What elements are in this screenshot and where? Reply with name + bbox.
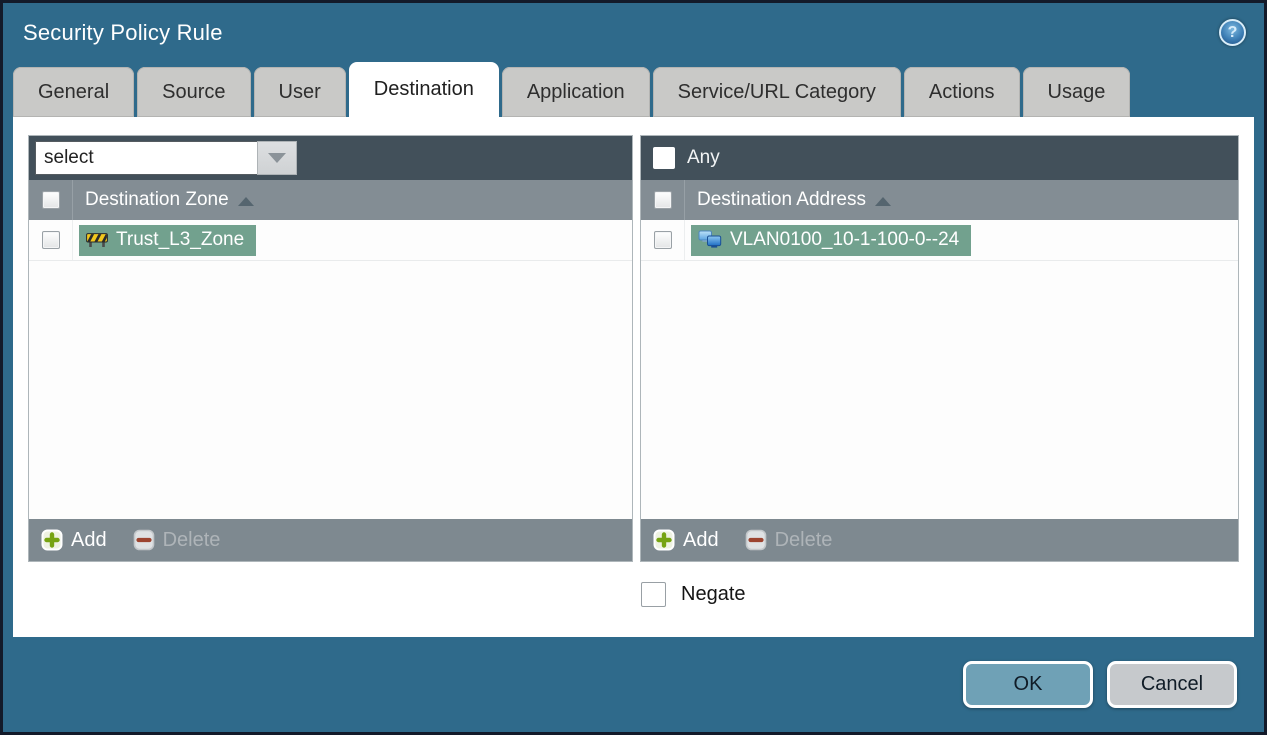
zone-row-checkbox-cell bbox=[29, 220, 73, 260]
zone-add-label: Add bbox=[71, 528, 107, 551]
zone-panel-footer: Add Delete bbox=[29, 519, 632, 561]
address-item-vlan0100[interactable]: VLAN0100_10-1-100-0--24 bbox=[691, 224, 972, 256]
tab-usage[interactable]: Usage bbox=[1022, 67, 1131, 117]
any-checkbox-row[interactable]: Any bbox=[647, 147, 720, 169]
address-select-all-checkbox[interactable] bbox=[653, 191, 672, 209]
add-icon bbox=[41, 529, 63, 551]
tab-application[interactable]: Application bbox=[501, 67, 650, 117]
address-row-checkbox-cell bbox=[641, 220, 685, 260]
zone-delete-label: Delete bbox=[162, 528, 221, 551]
dialog-footer: OK Cancel bbox=[3, 637, 1264, 732]
zone-select-dropdown-button[interactable] bbox=[257, 141, 297, 175]
zone-select-combobox bbox=[35, 141, 297, 175]
zone-icon bbox=[86, 233, 108, 247]
zone-table-header: Destination Zone bbox=[29, 180, 632, 220]
security-policy-rule-dialog: Security Policy Rule ? General Source Us… bbox=[0, 0, 1267, 735]
zone-row-checkbox[interactable] bbox=[41, 231, 60, 249]
negate-checkbox[interactable] bbox=[641, 582, 666, 607]
address-row-checkbox[interactable] bbox=[653, 231, 672, 249]
zone-delete-button[interactable]: Delete bbox=[133, 528, 221, 552]
zone-select-input[interactable] bbox=[35, 141, 257, 175]
sort-ascending-icon bbox=[237, 196, 254, 206]
tab-source[interactable]: Source bbox=[137, 67, 251, 117]
address-add-label: Add bbox=[683, 528, 719, 551]
zone-header-checkbox-cell bbox=[29, 180, 73, 220]
address-item-label: VLAN0100_10-1-100-0--24 bbox=[730, 228, 960, 250]
zone-select-all-checkbox[interactable] bbox=[41, 191, 60, 209]
cancel-button[interactable]: Cancel bbox=[1107, 661, 1237, 708]
negate-row[interactable]: Negate bbox=[641, 582, 1239, 607]
any-label: Any bbox=[687, 147, 720, 168]
address-column-header-label: Destination Address bbox=[697, 189, 866, 210]
address-panel-footer: Add Delete bbox=[641, 519, 1238, 561]
zone-add-button[interactable]: Add bbox=[41, 529, 107, 552]
any-checkbox[interactable] bbox=[653, 147, 675, 169]
zone-item-label: Trust_L3_Zone bbox=[116, 228, 245, 250]
address-add-button[interactable]: Add bbox=[653, 529, 719, 552]
address-icon bbox=[698, 230, 722, 248]
tab-content-destination: Destination Zone bbox=[13, 117, 1254, 637]
dialog-titlebar: Security Policy Rule ? bbox=[3, 3, 1264, 62]
zone-column-header[interactable]: Destination Zone bbox=[73, 189, 254, 211]
zone-panel-toolbar bbox=[29, 136, 632, 180]
address-header-checkbox-cell bbox=[641, 180, 685, 220]
add-icon bbox=[653, 529, 675, 551]
sort-ascending-icon bbox=[875, 196, 891, 206]
zone-column-header-label: Destination Zone bbox=[85, 189, 229, 210]
zone-table-body: Trust_L3_Zone bbox=[29, 220, 632, 519]
tab-service-url-category[interactable]: Service/URL Category bbox=[652, 67, 901, 117]
address-delete-button[interactable]: Delete bbox=[745, 528, 833, 552]
tab-actions[interactable]: Actions bbox=[903, 67, 1020, 117]
address-delete-label: Delete bbox=[774, 528, 833, 551]
panels-container: Destination Zone bbox=[28, 135, 1239, 562]
table-row: VLAN0100_10-1-100-0--24 bbox=[641, 220, 1238, 261]
tab-destination[interactable]: Destination bbox=[348, 62, 499, 117]
delete-icon bbox=[745, 529, 766, 551]
chevron-down-icon bbox=[268, 153, 286, 163]
address-table-body: VLAN0100_10-1-100-0--24 bbox=[641, 220, 1238, 519]
tab-user[interactable]: User bbox=[253, 67, 346, 117]
ok-button[interactable]: OK bbox=[963, 661, 1093, 708]
table-row: Trust_L3_Zone bbox=[29, 220, 632, 261]
delete-icon bbox=[133, 529, 154, 551]
negate-label: Negate bbox=[681, 583, 746, 605]
address-panel-toolbar: Any bbox=[641, 136, 1238, 180]
destination-zone-panel: Destination Zone bbox=[28, 135, 633, 562]
tab-bar: General Source User Destination Applicat… bbox=[3, 62, 1264, 117]
zone-item-trust-l3-zone[interactable]: Trust_L3_Zone bbox=[79, 224, 257, 256]
help-icon[interactable]: ? bbox=[1219, 19, 1246, 46]
address-table-header: Destination Address bbox=[641, 180, 1238, 220]
tab-general[interactable]: General bbox=[13, 67, 135, 117]
address-column-header[interactable]: Destination Address bbox=[685, 189, 891, 211]
dialog-title: Security Policy Rule bbox=[23, 19, 223, 45]
destination-address-panel: Any Destination Address VLAN0100_10-1-10… bbox=[640, 135, 1239, 562]
